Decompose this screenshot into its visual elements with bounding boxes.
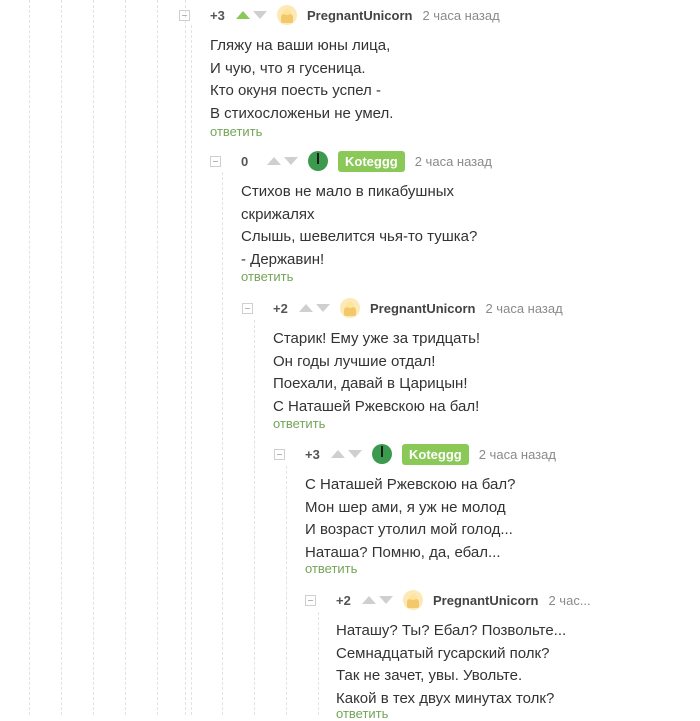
text-line: Так не зачет, увы. Увольте.: [336, 667, 523, 684]
collapse-toggle-icon[interactable]: [210, 155, 221, 167]
reply-link[interactable]: ответить: [305, 561, 357, 576]
unicorn-avatar-icon[interactable]: [340, 298, 360, 318]
collapse-toggle-icon[interactable]: [242, 302, 253, 314]
green-avatar-icon[interactable]: [372, 444, 392, 464]
text-line: Старик! Ему уже за тридцать!: [273, 330, 481, 347]
downvote-arrow-icon[interactable]: [379, 596, 393, 604]
thread-line: [125, 0, 126, 715]
text-line: С Наташей Ржевскою на бал?: [305, 476, 516, 493]
timestamp[interactable]: 2 часа назад: [485, 301, 562, 316]
upvote-arrow-icon[interactable]: [331, 450, 345, 458]
comment-text: Наташу? Ты? Ебал? Позвольте... Семнадцат…: [336, 620, 566, 710]
timestamp[interactable]: 2 час...: [548, 593, 590, 608]
comment-text: Стихов не мало в пикабушных скрижалях Сл…: [241, 181, 477, 271]
thread-line: [61, 0, 62, 715]
rating-value: +3: [305, 446, 320, 462]
author-name[interactable]: Koteggg: [402, 443, 469, 465]
comment-header: 0 Koteggg 2 часа назад: [210, 149, 492, 173]
timestamp[interactable]: 2 часа назад: [479, 447, 556, 462]
reply-link[interactable]: ответить: [210, 124, 262, 139]
thread-line: [318, 612, 319, 715]
timestamp[interactable]: 2 часа назад: [415, 154, 492, 169]
comment-text: С Наташей Ржевскою на бал? Мон шер ами, …: [305, 474, 515, 564]
downvote-arrow-icon[interactable]: [253, 11, 267, 19]
thread-line: [157, 0, 158, 715]
reply-link[interactable]: ответить: [241, 269, 293, 284]
upvote-arrow-icon[interactable]: [362, 596, 376, 604]
thread-line: [93, 0, 94, 715]
comment-header: +3 PregnantUnicorn 2 часа назад: [179, 3, 500, 27]
upvote-arrow-icon[interactable]: [299, 304, 313, 312]
downvote-arrow-icon[interactable]: [348, 450, 362, 458]
rating-value: +2: [336, 592, 351, 608]
text-line: Наташу? Ты? Ебал? Позвольте...: [336, 622, 567, 639]
collapse-toggle-icon[interactable]: [179, 9, 190, 21]
text-line: В стихосложеньи не умел.: [210, 104, 394, 122]
reply-link[interactable]: ответить: [336, 706, 388, 721]
text-line: И возраст утолил мой голод...: [305, 521, 513, 538]
text-line: - Державин!: [241, 250, 325, 268]
collapse-toggle-icon[interactable]: [305, 594, 316, 606]
text-line: Слышь, шевелится чья-то тушка?: [241, 228, 478, 245]
author-name[interactable]: PregnantUnicorn: [307, 8, 412, 23]
text-line: С Наташей Ржевскою на бал!: [273, 397, 480, 415]
author-name[interactable]: PregnantUnicorn: [433, 593, 538, 608]
rating-value: 0: [241, 153, 249, 169]
downvote-arrow-icon[interactable]: [316, 304, 330, 312]
author-name[interactable]: Koteggg: [338, 150, 405, 172]
thread-line: [222, 172, 223, 715]
thread-line: [191, 25, 192, 715]
comment-text: Гляжу на ваши юны лица, И чую, что я гус…: [210, 35, 393, 125]
text-line: Мон шер ами, я уж не молод: [305, 498, 506, 516]
text-line: Кто окуня поесть успел -: [210, 82, 381, 99]
downvote-arrow-icon[interactable]: [284, 157, 298, 165]
text-line: Семнадцатый гусарский полк?: [336, 644, 550, 662]
unicorn-avatar-icon[interactable]: [277, 5, 297, 25]
collapse-toggle-icon[interactable]: [274, 448, 285, 460]
rating-value: +3: [210, 7, 225, 23]
thread-line: [254, 320, 255, 715]
timestamp[interactable]: 2 часа назад: [422, 8, 499, 23]
thread-line: [286, 466, 287, 715]
text-line: Поехали, давай в Царицын!: [273, 375, 468, 392]
comment-header: +2 PregnantUnicorn 2 час...: [305, 588, 591, 612]
text-line: И чую, что я гусеница.: [210, 59, 366, 77]
comment-header: +2 PregnantUnicorn 2 часа назад: [242, 296, 563, 320]
thread-line: [185, 0, 186, 715]
text-line: Гляжу на ваши юны лица,: [210, 37, 391, 54]
text-line: скрижалях: [241, 205, 315, 223]
upvote-arrow-icon[interactable]: [236, 11, 250, 19]
upvote-arrow-icon[interactable]: [267, 157, 281, 165]
comment-text: Старик! Ему уже за тридцать! Он годы луч…: [273, 328, 480, 418]
author-name[interactable]: PregnantUnicorn: [370, 301, 475, 316]
text-line: Стихов не мало в пикабушных: [241, 183, 455, 200]
green-avatar-icon[interactable]: [308, 151, 328, 171]
thread-line: [29, 0, 30, 715]
reply-link[interactable]: ответить: [273, 416, 325, 431]
comment-header: +3 Koteggg 2 часа назад: [274, 442, 556, 466]
text-line: Он годы лучшие отдал!: [273, 352, 436, 370]
rating-value: +2: [273, 300, 288, 316]
unicorn-avatar-icon[interactable]: [403, 590, 423, 610]
